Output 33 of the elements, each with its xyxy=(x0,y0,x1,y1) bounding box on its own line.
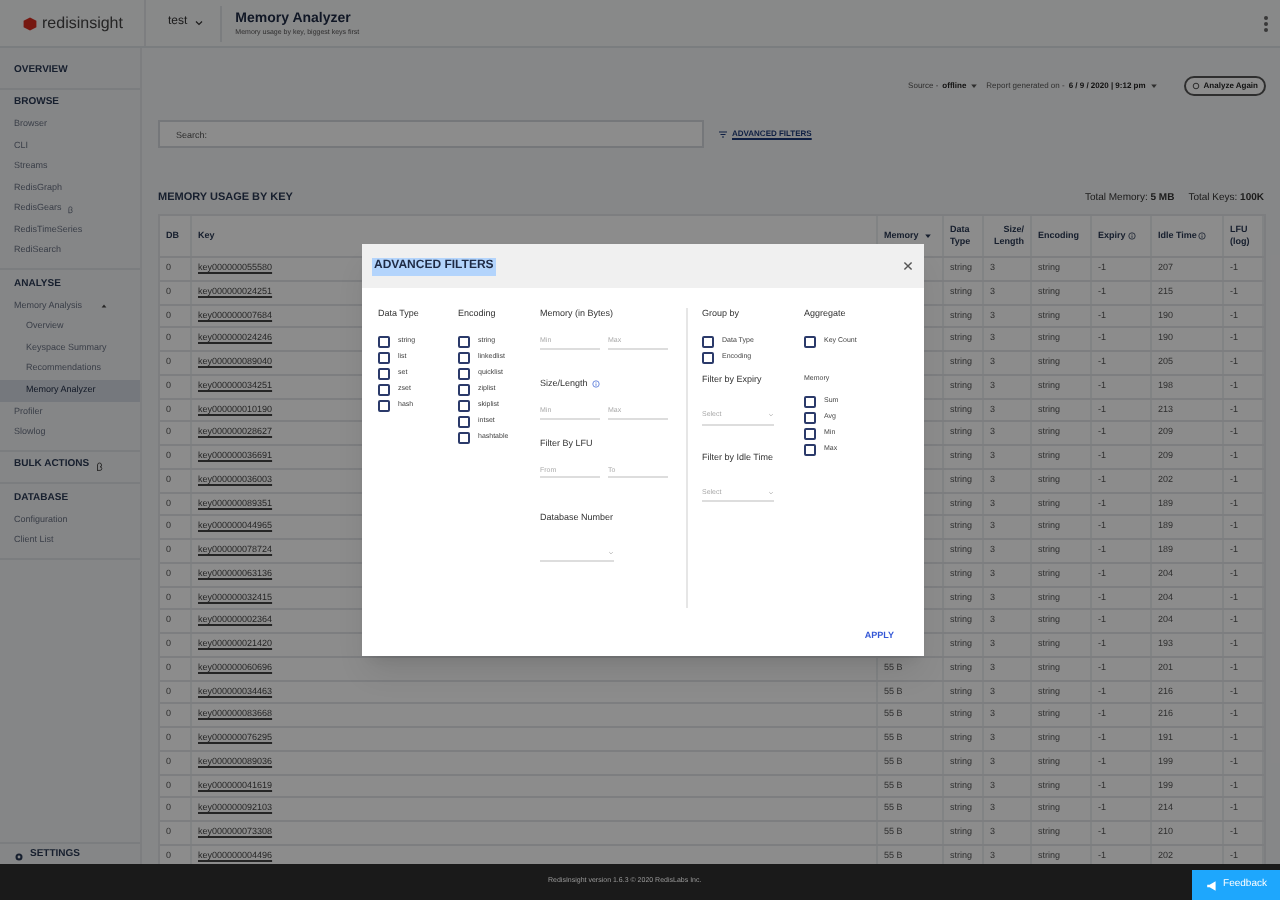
checkbox[interactable] xyxy=(458,351,470,364)
more-menu-icon[interactable] xyxy=(1264,15,1270,31)
checkbox[interactable] xyxy=(378,351,390,364)
info-icon xyxy=(591,380,600,389)
logo-text: redisinsight xyxy=(42,11,123,35)
info-icon xyxy=(1198,232,1207,240)
close-icon xyxy=(902,260,914,272)
checkbox[interactable] xyxy=(378,335,390,348)
checkbox[interactable] xyxy=(458,415,470,428)
checkbox[interactable] xyxy=(804,396,816,408)
checkbox[interactable] xyxy=(804,444,816,456)
logo-icon xyxy=(22,15,38,31)
checkbox[interactable] xyxy=(378,367,390,380)
megaphone-icon xyxy=(1205,879,1218,891)
checkbox[interactable] xyxy=(458,431,470,444)
caret-icon xyxy=(193,18,204,28)
checkbox[interactable] xyxy=(804,335,816,348)
checkbox[interactable] xyxy=(804,412,816,424)
checkbox[interactable] xyxy=(702,335,714,348)
checkbox[interactable] xyxy=(458,383,470,396)
checkbox[interactable] xyxy=(378,399,390,412)
checkbox[interactable] xyxy=(458,367,470,380)
checkbox[interactable] xyxy=(702,351,714,364)
close-button[interactable] xyxy=(902,260,914,272)
sort-icon xyxy=(924,232,933,240)
beta-icon xyxy=(93,461,104,472)
checkbox[interactable] xyxy=(458,399,470,412)
info-icon xyxy=(1127,232,1136,240)
checkbox[interactable] xyxy=(378,383,390,396)
filter-icon xyxy=(718,129,728,139)
beta-icon xyxy=(65,205,74,214)
checkbox[interactable] xyxy=(804,428,816,440)
checkbox[interactable] xyxy=(458,335,470,348)
